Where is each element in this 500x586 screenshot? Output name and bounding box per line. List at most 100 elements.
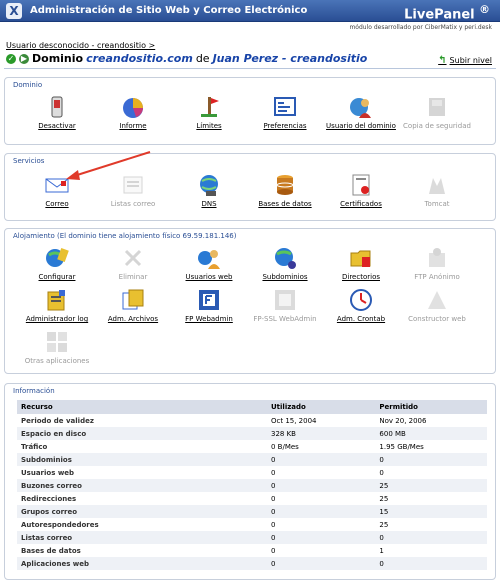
delete-icon (120, 245, 146, 271)
action-label: FTP Anónimo (414, 273, 460, 281)
domain-user-icon (348, 94, 374, 120)
table-row: Listas correo 0 0 (17, 531, 487, 544)
crontab-icon (348, 287, 374, 313)
action-label: FP-SSL WebAdmin (253, 315, 317, 323)
table-cell: 0 (267, 479, 376, 492)
log-manager-icon (44, 287, 70, 313)
table-cell: 0 (271, 468, 276, 477)
table-row: Aplicaciones web 0 0 (17, 557, 487, 570)
table-cell: 0 (375, 453, 487, 466)
table-cell: 600 MB (375, 427, 487, 440)
status-ok-icon: ✓ (6, 53, 16, 64)
frontpage-ssl-icon (272, 287, 298, 313)
up-level-button[interactable]: ↰ Subir nivel (438, 55, 492, 66)
table-cell: 0 (375, 557, 487, 570)
directories-icon (348, 245, 374, 271)
mail-icon (44, 172, 70, 198)
table-cell: Autorespondedores (21, 520, 99, 529)
column-header: Utilizado (267, 400, 376, 414)
action-crontab[interactable]: Adm. Crontab (325, 287, 397, 323)
action-label: DNS (201, 200, 217, 208)
table-cell: 1 (379, 546, 384, 555)
action-directories[interactable]: Directorios (325, 245, 397, 281)
action-web-users[interactable]: Usuarios web (173, 245, 245, 281)
table-cell: 25 (375, 479, 487, 492)
action-power-switch[interactable]: Desactivar (21, 94, 93, 130)
table-cell: Usuarios web (21, 468, 75, 477)
action-label: Directorios (342, 273, 380, 281)
table-cell: Periodo de validez (21, 416, 94, 425)
action-label: FP Webadmin (185, 315, 233, 323)
panel-title: Dominio (13, 81, 43, 89)
table-cell: 0 (267, 557, 376, 570)
action-pie-chart[interactable]: Informe (97, 94, 169, 130)
database-icon (272, 172, 298, 198)
panel-information: Información Recurso Utilizado Permitido Pe… (4, 383, 496, 580)
power-switch-icon (44, 94, 70, 120)
action-frontpage[interactable]: FP Webadmin (173, 287, 245, 323)
breadcrumb[interactable]: Usuario desconocido - creandositio > (6, 41, 155, 50)
action-domain-user[interactable]: Usuario del dominio (325, 94, 397, 130)
action-database[interactable]: Bases de datos (249, 172, 321, 208)
certificate-icon (348, 172, 374, 198)
table-cell: 0 (271, 494, 276, 503)
anonymous-ftp-icon (424, 245, 450, 271)
action-label: Copia de seguridad (403, 122, 471, 130)
table-row: Redirecciones 0 25 (17, 492, 487, 505)
panel-services: Servicios Correo Listas correo DNS Bases de… (4, 153, 496, 221)
action-label: Desactivar (38, 122, 76, 130)
frontpage-icon (196, 287, 222, 313)
info-table: Recurso Utilizado Permitido Periodo de val… (17, 400, 487, 570)
mailing-lists-icon (120, 172, 146, 198)
other-apps-icon (44, 329, 70, 355)
domain-owner: Juan Perez - creandositio (212, 52, 368, 65)
action-subdomains[interactable]: Subdominios (249, 245, 321, 281)
action-label: Tomcat (424, 200, 450, 208)
tomcat-icon (424, 172, 450, 198)
action-label: Listas correo (110, 200, 156, 208)
dns-icon (196, 172, 222, 198)
action-label: Adm. Crontab (336, 315, 386, 323)
action-configure[interactable]: Configurar (21, 245, 93, 281)
divider (4, 68, 496, 69)
action-tomcat: Tomcat (401, 172, 473, 208)
panel-title: Información (13, 387, 55, 395)
brand-name: LivePanel ® (404, 3, 490, 23)
action-label: Bases de datos (258, 200, 312, 208)
table-cell: Tráfico (21, 442, 48, 451)
table-row: Autorespondedores 0 25 (17, 518, 487, 531)
table-cell: Redirecciones (21, 494, 77, 503)
action-preferences[interactable]: Preferencias (249, 94, 321, 130)
action-label: Límites (196, 122, 222, 130)
table-cell: 0 (375, 531, 487, 544)
panel-title: Servicios (13, 157, 45, 165)
web-users-icon (196, 245, 222, 271)
table-row: Periodo de validez Oct 15, 2004 Nov 20, 20… (17, 414, 487, 427)
action-label: Usuario del dominio (326, 122, 396, 130)
action-dns[interactable]: DNS (173, 172, 245, 208)
page-title: ✓ ▶ Dominio creandositio.com de Juan Per… (6, 52, 367, 65)
action-file-manager[interactable]: Adm. Archivos (97, 287, 169, 323)
column-header: Recurso (17, 400, 267, 414)
subdomains-icon (272, 245, 298, 271)
action-label: Informe (119, 122, 147, 130)
table-cell: Nov 20, 2006 (379, 416, 427, 425)
action-mail[interactable]: Correo (21, 172, 93, 208)
table-row: Subdominios 0 0 (17, 453, 487, 466)
table-row: Usuarios web 0 0 (17, 466, 487, 479)
table-cell: Espacio en disco (17, 427, 267, 440)
app-logo: X (6, 3, 22, 19)
action-limits[interactable]: Límites (173, 94, 245, 130)
table-cell: 15 (375, 505, 487, 518)
table-cell: Oct 15, 2004 (271, 416, 317, 425)
action-label: Constructor web (408, 315, 466, 323)
table-cell: 0 (379, 468, 384, 477)
panel-title: Alojamiento (El dominio tiene alojamient… (13, 232, 237, 240)
action-delete: Eliminar (97, 245, 169, 281)
action-label: Otras aplicaciones (24, 357, 90, 365)
domain-name: creandositio.com (86, 52, 193, 65)
action-log-manager[interactable]: Administrador log (21, 287, 93, 323)
table-row: Espacio en disco 328 KB 600 MB (17, 427, 487, 440)
action-label: Configurar (38, 273, 76, 281)
action-certificate[interactable]: Certificados (325, 172, 397, 208)
